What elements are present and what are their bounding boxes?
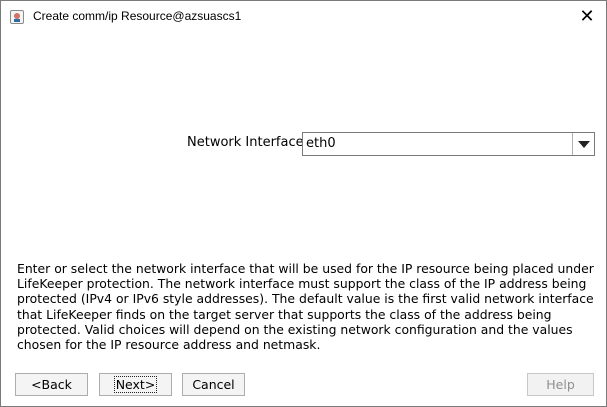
network-interface-value[interactable]: eth0 [306,136,336,151]
title-bar[interactable]: Create comm/ip Resource@azsuascs1 ✕ [1,1,606,33]
network-interface-combobox[interactable]: eth0 [302,132,595,156]
next-button[interactable]: Next> [99,373,172,396]
close-button[interactable]: ✕ [576,6,598,28]
java-app-icon [10,10,24,24]
next-button-label: Next> [113,376,158,393]
help-button: Help [527,373,594,396]
window-title: Create comm/ip Resource@azsuascs1 [33,9,242,23]
network-interface-label: Network Interface [187,135,304,150]
dialog-window: Create comm/ip Resource@azsuascs1 ✕ Netw… [0,0,607,407]
cancel-button[interactable]: Cancel [182,373,245,396]
back-button[interactable]: <Back [15,373,88,396]
description-text: Enter or select the network interface th… [17,261,594,353]
dropdown-arrow-icon[interactable] [572,133,594,155]
